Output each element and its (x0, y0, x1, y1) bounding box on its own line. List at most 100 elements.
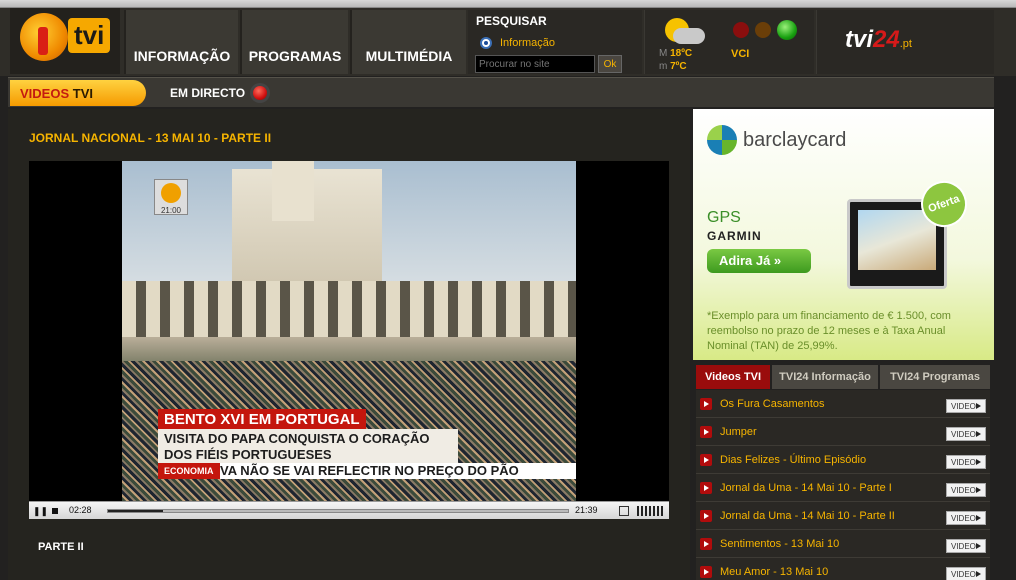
video-player[interactable]: 21:00 BENTO XVI EM PORTUGAL VISITA DO PA… (29, 161, 669, 519)
search-ok-button[interactable]: Ok (598, 55, 622, 73)
gps-screen (858, 210, 936, 270)
partly-cloudy-icon (657, 16, 705, 46)
traffic-green-light-icon[interactable] (777, 20, 797, 40)
tab-tvi24-informacao[interactable]: TVI24 Informação (772, 365, 878, 389)
temp-max-value: 18ºC (670, 48, 693, 59)
search-scope-label[interactable]: Informação (500, 37, 555, 49)
main-content: JORNAL NACIONAL - 13 MAI 10 - PARTE II 2… (8, 109, 690, 580)
list-item[interactable]: Jornal da Uma - 14 Mai 10 - Parte I VIDEO (696, 474, 990, 502)
fullscreen-icon[interactable] (619, 506, 629, 516)
videos-tvi-tab[interactable]: VIDEOS TVI (10, 80, 146, 106)
video-button[interactable]: VIDEO (946, 483, 986, 497)
nav-multimedia[interactable]: MULTIMÉDIA (350, 10, 466, 74)
news-ticker: ECONOMIA VA NÃO SE VAI REFLECTIR NO PREÇ… (158, 463, 576, 479)
play-icon[interactable] (700, 454, 712, 466)
list-item-label[interactable]: Dias Felizes - Último Episódio (720, 454, 866, 466)
ticker-text: VA NÃO SE VAI REFLECTIR NO PREÇO DO PÃO (220, 463, 519, 478)
tab-videos-tvi[interactable]: Videos TVI (696, 365, 770, 389)
list-item-label[interactable]: Meu Amor - 13 Mai 10 (720, 566, 828, 578)
ad-maker: GARMIN (707, 229, 762, 243)
video-frame[interactable]: 21:00 BENTO XVI EM PORTUGAL VISITA DO PA… (122, 161, 576, 501)
ad-product: GPS (707, 209, 741, 226)
list-item[interactable]: Jornal da Uma - 14 Mai 10 - Parte II VIDE… (696, 502, 990, 530)
tvi24-logo-num: 24 (873, 26, 900, 53)
basilica-tower (272, 161, 314, 221)
weather-panel: M 18ºC m 7ºC VCI (644, 10, 814, 74)
search-title: PESQUISAR (476, 14, 547, 28)
seek-progress (108, 510, 164, 512)
play-icon[interactable] (700, 538, 712, 550)
list-item-label[interactable]: Os Fura Casamentos (720, 398, 825, 410)
channel-bug: 21:00 (154, 179, 188, 215)
sub-navigation: VIDEOS TVI EM DIRECTO (8, 77, 994, 107)
play-icon[interactable] (700, 398, 712, 410)
pause-icon[interactable]: ❚❚ (33, 505, 48, 517)
temp-min-value: 7ºC (670, 61, 687, 72)
videos-tab-suffix: TVI (72, 86, 93, 101)
total-time: 21:39 (575, 505, 598, 515)
play-icon[interactable] (700, 426, 712, 438)
adira-button[interactable]: Adira Já » (707, 249, 811, 273)
part-label: PARTE II (38, 541, 84, 553)
video-button[interactable]: VIDEO (946, 539, 986, 553)
ad-fine-print: *Exemplo para um financiamento de € 1.50… (707, 310, 951, 352)
ad-brand: barclaycard (743, 129, 847, 151)
list-item-label[interactable]: Sentimentos - 13 Mai 10 (720, 538, 839, 550)
videos-tab-prefix: VIDEOS (20, 86, 70, 101)
video-title: JORNAL NACIONAL - 13 MAI 10 - PARTE II (29, 131, 272, 145)
traffic-amber-light-icon (755, 22, 771, 38)
video-button[interactable]: VIDEO (946, 511, 986, 525)
nav-informacao[interactable]: INFORMAÇÃO (124, 10, 238, 74)
current-time: 02:28 (69, 505, 92, 515)
search-panel: PESQUISAR Informação Ok (468, 10, 642, 74)
search-input[interactable] (475, 55, 595, 73)
nav-programas[interactable]: PROGRAMAS (240, 10, 348, 74)
live-link[interactable]: EM DIRECTO (170, 86, 245, 100)
temp-min: m 7ºC (659, 61, 687, 72)
tvi-logo[interactable]: tvi (10, 8, 120, 74)
video-button[interactable]: VIDEO (946, 567, 986, 580)
temp-max: M 18ºC (659, 48, 692, 59)
barclaycard-ad[interactable]: barclaycard GPS GARMIN Adira Já » Oferta… (693, 109, 994, 360)
play-icon[interactable] (700, 510, 712, 522)
browser-chrome-strip (0, 0, 1016, 8)
play-icon[interactable] (700, 482, 712, 494)
news-subline: VISITA DO PAPA CONQUISTA O CORAÇÃO DOS F… (158, 429, 458, 465)
tvi24-logo[interactable]: tvi24.pt (816, 10, 994, 74)
stop-icon[interactable] (49, 505, 61, 517)
video-button[interactable]: VIDEO (946, 399, 986, 413)
tvi24-logo-tvi: tvi (845, 26, 874, 53)
colonnade-image (122, 281, 576, 337)
list-item[interactable]: Meu Amor - 13 Mai 10 VIDEO (696, 558, 990, 580)
list-item[interactable]: Sentimentos - 13 Mai 10 VIDEO (696, 530, 990, 558)
seek-bar[interactable] (107, 509, 569, 513)
cloud-shape (673, 28, 705, 44)
list-item[interactable]: Jumper VIDEO (696, 418, 990, 446)
barclaycard-logo-icon (707, 125, 737, 155)
video-list: Os Fura Casamentos VIDEO Jumper VIDEO Dias… (696, 390, 990, 580)
ticker-label: ECONOMIA (158, 463, 220, 479)
tvi24-logo-tld: .pt (899, 38, 912, 50)
tvi-logo-text: tvi (68, 18, 111, 53)
tvi24-logo-text: tvi24.pt (845, 26, 912, 54)
volume-icon[interactable] (637, 506, 663, 516)
list-item[interactable]: Os Fura Casamentos VIDEO (696, 390, 990, 418)
player-controls: ❚❚ 02:28 21:39 (29, 501, 669, 519)
play-icon[interactable] (700, 566, 712, 578)
tvi-logo-icon (20, 13, 68, 61)
temp-max-prefix: M (659, 48, 668, 59)
page: tvi INFORMAÇÃO PROGRAMAS MULTIMÉDIA PESQ… (0, 0, 1016, 580)
site-header: tvi INFORMAÇÃO PROGRAMAS MULTIMÉDIA PESQ… (0, 8, 1016, 76)
live-record-icon[interactable] (250, 83, 270, 103)
list-item-label[interactable]: Jumper (720, 426, 757, 438)
traffic-label[interactable]: VCI (731, 48, 749, 60)
search-scope-radio[interactable] (480, 37, 492, 49)
list-item-label[interactable]: Jornal da Uma - 14 Mai 10 - Parte I (720, 482, 892, 494)
list-item-label[interactable]: Jornal da Uma - 14 Mai 10 - Parte II (720, 510, 895, 522)
video-button[interactable]: VIDEO (946, 455, 986, 469)
list-item[interactable]: Dias Felizes - Último Episódio VIDEO (696, 446, 990, 474)
news-headline: BENTO XVI EM PORTUGAL (158, 409, 366, 430)
video-button[interactable]: VIDEO (946, 427, 986, 441)
temp-min-prefix: m (659, 61, 668, 72)
tab-tvi24-programas[interactable]: TVI24 Programas (880, 365, 990, 389)
